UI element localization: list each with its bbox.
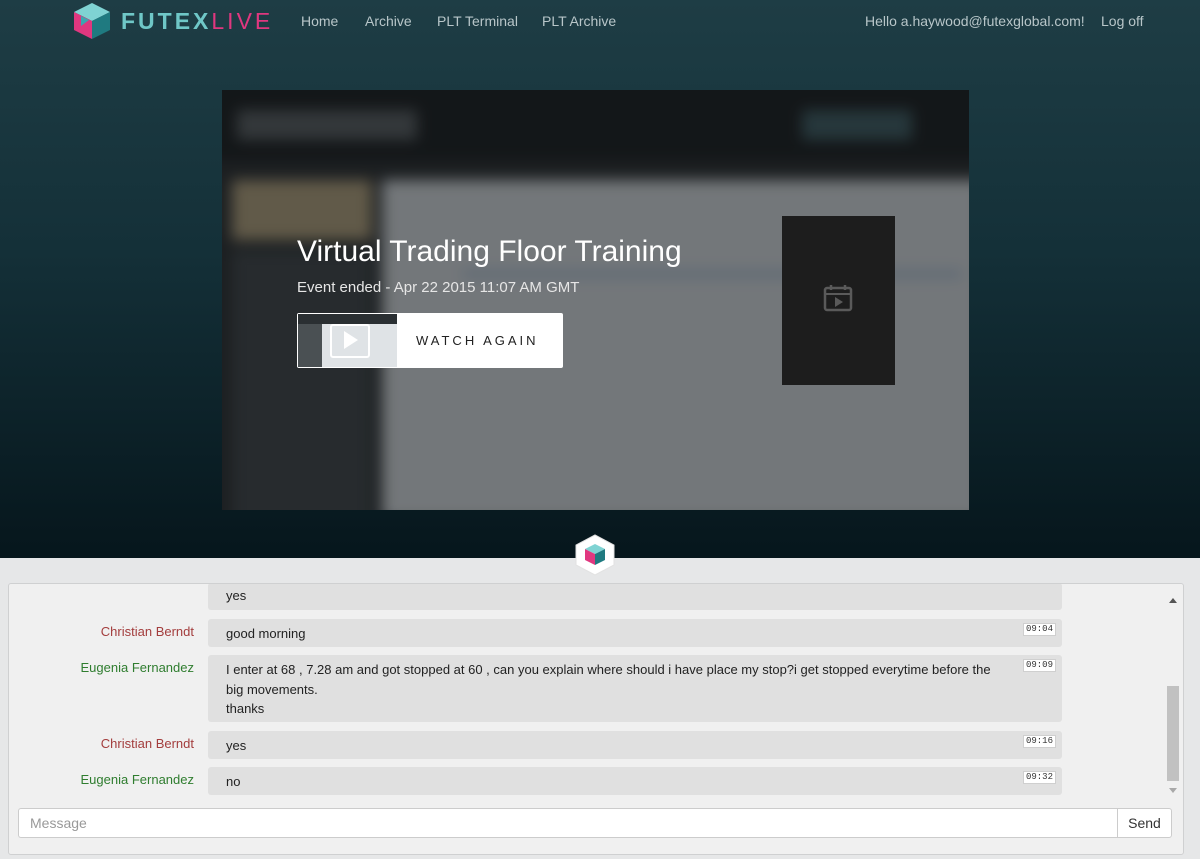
schedule-panel[interactable] xyxy=(782,216,895,385)
message-bubble: yes xyxy=(208,584,1062,610)
message-text: good morning xyxy=(226,626,306,641)
message-timestamp: 09:16 xyxy=(1022,735,1056,748)
scrollbar-thumb[interactable] xyxy=(1167,686,1179,781)
message-bubble: I enter at 68 , 7.28 am and got stopped … xyxy=(208,655,1062,722)
hero-section: FUTEXLIVE Home Archive PLT Terminal PLT … xyxy=(0,0,1200,558)
brand-name-live: LIVE xyxy=(211,7,274,34)
watch-again-button[interactable]: WATCH AGAIN xyxy=(297,313,563,368)
video-thumbnail xyxy=(298,314,397,367)
chat-scrollbar[interactable] xyxy=(1165,584,1181,799)
scroll-down-arrow-icon[interactable] xyxy=(1169,788,1177,793)
message-text: no xyxy=(226,774,241,789)
futex-live-logo[interactable]: FUTEXLIVE xyxy=(72,2,273,40)
nav-archive[interactable]: Archive xyxy=(365,13,412,29)
message-author[interactable]: Christian Berndt xyxy=(101,624,194,639)
message-timestamp: 09:32 xyxy=(1022,771,1056,784)
nav-plt-terminal[interactable]: PLT Terminal xyxy=(437,13,518,29)
brand-name-futex: FUTEX xyxy=(121,7,212,34)
chat-messages[interactable]: yes Christian Berndt good morning 09:04 … xyxy=(9,584,1159,799)
message-author[interactable]: Eugenia Fernandez xyxy=(81,660,194,675)
message-input[interactable] xyxy=(18,808,1118,838)
message-bubble: good morning 09:04 xyxy=(208,619,1062,647)
message-author[interactable]: Christian Berndt xyxy=(101,736,194,751)
event-title: Virtual Trading Floor Training xyxy=(297,235,682,268)
message-bubble: no 09:32 xyxy=(208,767,1062,795)
watch-again-label: WATCH AGAIN xyxy=(416,333,539,348)
send-button[interactable]: Send xyxy=(1117,808,1172,838)
message-timestamp: 09:04 xyxy=(1022,623,1056,636)
message-text-line: I enter at 68 , 7.28 am and got stopped … xyxy=(226,662,991,677)
logoff-link[interactable]: Log off xyxy=(1101,13,1144,29)
nav-plt-archive[interactable]: PLT Archive xyxy=(542,13,616,29)
calendar-play-icon xyxy=(823,285,853,312)
chat-panel: yes Christian Berndt good morning 09:04 … xyxy=(8,583,1184,855)
message-author[interactable]: Eugenia Fernandez xyxy=(81,772,194,787)
video-player[interactable]: Virtual Trading Floor Training Event end… xyxy=(222,90,969,510)
message-text-line: big movements. xyxy=(226,681,318,697)
user-greeting[interactable]: Hello a.haywood@futexglobal.com! xyxy=(865,13,1085,29)
message-bubble: yes 09:16 xyxy=(208,731,1062,759)
nav-home[interactable]: Home xyxy=(301,13,338,29)
message-text: yes xyxy=(226,588,247,603)
event-status: Event ended - Apr 22 2015 11:07 AM GMT xyxy=(297,279,580,296)
message-text: yes xyxy=(226,738,247,753)
futex-cube-icon xyxy=(74,3,110,39)
scroll-up-arrow-icon[interactable] xyxy=(1169,598,1177,603)
chat-logo-icon xyxy=(575,534,615,576)
message-timestamp: 09:09 xyxy=(1022,659,1056,672)
message-text-line: thanks xyxy=(226,701,265,716)
